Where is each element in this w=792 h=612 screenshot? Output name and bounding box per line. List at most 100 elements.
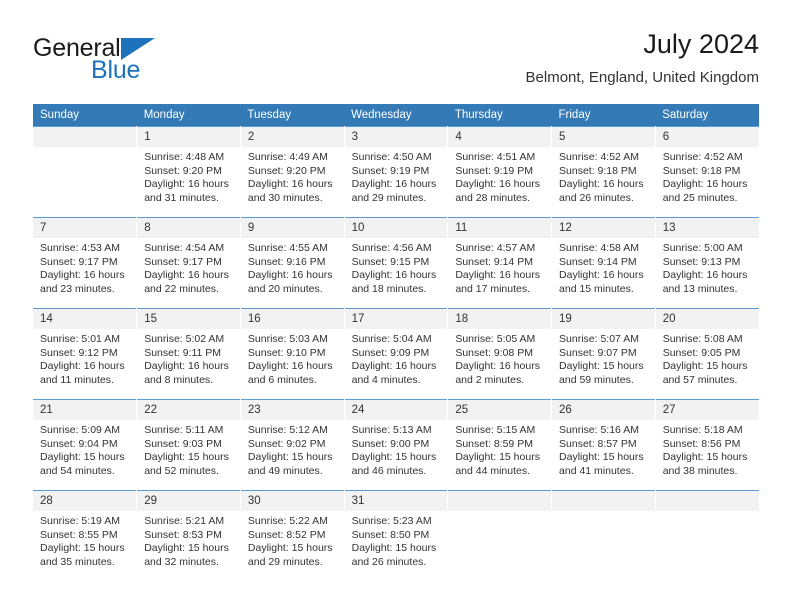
day-details: Sunrise: 5:19 AM Sunset: 8:55 PM Daylight:…	[33, 511, 136, 569]
calendar-day-cell[interactable]: 20 Sunrise: 5:08 AM Sunset: 9:05 PM Dayligh…	[655, 308, 759, 400]
calendar-day-cell[interactable]: 10 Sunrise: 4:56 AM Sunset: 9:15 PM Dayligh…	[344, 217, 449, 309]
detail-daylight-line1: Daylight: 15 hours	[247, 451, 333, 464]
detail-sunrise: Sunrise: 5:22 AM	[247, 515, 328, 527]
calendar-day-cell[interactable]: 27 Sunrise: 5:18 AM Sunset: 8:56 PM Dayligh…	[655, 399, 759, 491]
day-number: 14	[33, 309, 137, 329]
calendar-day-cell[interactable]: 6 Sunrise: 4:52 AM Sunset: 9:18 PM Daylight…	[655, 126, 759, 218]
calendar-day-cell[interactable]: 17 Sunrise: 5:04 AM Sunset: 9:09 PM Dayligh…	[344, 308, 449, 400]
detail-daylight-line1: Daylight: 16 hours	[247, 269, 333, 282]
detail-sunset: Sunset: 9:12 PM	[40, 346, 118, 359]
calendar-day-cell-empty	[551, 490, 656, 581]
day-details: Sunrise: 4:50 AM Sunset: 9:19 PM Daylight:…	[345, 147, 448, 205]
detail-sunset: Sunset: 8:56 PM	[662, 437, 741, 450]
day-number: 11	[448, 218, 552, 238]
calendar-day-cell[interactable]: 15 Sunrise: 5:02 AM Sunset: 9:11 PM Dayligh…	[136, 308, 241, 400]
day-number: 24	[344, 400, 448, 420]
weekday-header-sunday: Sunday	[33, 104, 137, 127]
detail-sunset: Sunset: 9:05 PM	[662, 346, 741, 359]
calendar-day-cell[interactable]: 28 Sunrise: 5:19 AM Sunset: 8:55 PM Dayligh…	[33, 490, 138, 581]
detail-sunrise: Sunrise: 5:02 AM	[144, 333, 225, 345]
detail-daylight-line2: and 44 minutes.	[455, 464, 531, 477]
detail-daylight-line2: and 32 minutes.	[144, 555, 219, 568]
page-header: General Blue July 2024 Belmont, England,…	[33, 28, 759, 100]
detail-daylight-line2: and 23 minutes.	[40, 282, 115, 295]
detail-daylight-line1: Daylight: 16 hours	[455, 269, 540, 282]
calendar-day-cell[interactable]: 22 Sunrise: 5:11 AM Sunset: 9:03 PM Dayligh…	[136, 399, 241, 491]
detail-daylight-line1: Daylight: 16 hours	[40, 360, 125, 373]
calendar-week-row: 7 Sunrise: 4:53 AM Sunset: 9:17 PM Daylight…	[33, 217, 759, 309]
detail-sunrise: Sunrise: 5:21 AM	[144, 515, 225, 527]
detail-sunset: Sunset: 9:19 PM	[351, 164, 430, 177]
day-number: 17	[344, 309, 448, 329]
detail-daylight-line2: and 13 minutes.	[662, 282, 738, 295]
calendar-day-cell[interactable]: 24 Sunrise: 5:13 AM Sunset: 9:00 PM Dayligh…	[344, 399, 449, 491]
detail-daylight-line2: and 35 minutes.	[40, 555, 115, 568]
calendar-day-cell[interactable]: 31 Sunrise: 5:23 AM Sunset: 8:50 PM Dayligh…	[344, 490, 449, 581]
calendar-day-cell[interactable]: 23 Sunrise: 5:12 AM Sunset: 9:02 PM Dayligh…	[240, 399, 345, 491]
detail-sunrise: Sunrise: 4:50 AM	[351, 151, 432, 163]
calendar-day-cell[interactable]: 5 Sunrise: 4:52 AM Sunset: 9:18 PM Daylight…	[551, 126, 656, 218]
day-number: 15	[137, 309, 240, 329]
detail-daylight-line1: Daylight: 16 hours	[455, 178, 540, 191]
page-title: July 2024	[643, 29, 759, 59]
calendar-page: General Blue July 2024 Belmont, England,…	[0, 0, 792, 612]
detail-daylight-line2: and 17 minutes.	[455, 282, 531, 295]
detail-daylight-line2: and 2 minutes.	[455, 373, 525, 386]
detail-daylight-line1: Daylight: 16 hours	[662, 178, 748, 191]
calendar-day-cell[interactable]: 2 Sunrise: 4:49 AM Sunset: 9:20 PM Daylight…	[240, 126, 345, 218]
day-number: 29	[137, 491, 240, 511]
day-details: Sunrise: 5:04 AM Sunset: 9:09 PM Daylight:…	[345, 329, 448, 387]
detail-sunrise: Sunrise: 5:01 AM	[40, 333, 120, 345]
detail-daylight-line2: and 20 minutes.	[247, 282, 323, 295]
calendar-day-cell[interactable]: 9 Sunrise: 4:55 AM Sunset: 9:16 PM Daylight…	[240, 217, 345, 309]
detail-daylight-line2: and 11 minutes.	[40, 373, 114, 386]
detail-sunset: Sunset: 9:13 PM	[662, 255, 741, 268]
calendar-day-cell[interactable]: 29 Sunrise: 5:21 AM Sunset: 8:53 PM Dayligh…	[136, 490, 241, 581]
day-details: Sunrise: 4:56 AM Sunset: 9:15 PM Daylight:…	[345, 238, 448, 296]
detail-sunrise: Sunrise: 4:51 AM	[455, 151, 536, 163]
calendar-day-cell[interactable]: 21 Sunrise: 5:09 AM Sunset: 9:04 PM Dayligh…	[33, 399, 138, 491]
calendar-day-cell[interactable]: 3 Sunrise: 4:50 AM Sunset: 9:19 PM Daylight…	[344, 126, 449, 218]
calendar-day-cell[interactable]: 16 Sunrise: 5:03 AM Sunset: 9:10 PM Dayligh…	[240, 308, 345, 400]
calendar-day-cell[interactable]: 14 Sunrise: 5:01 AM Sunset: 9:12 PM Dayligh…	[33, 308, 138, 400]
detail-daylight-line2: and 18 minutes.	[351, 282, 427, 295]
calendar-day-cell[interactable]: 30 Sunrise: 5:22 AM Sunset: 8:52 PM Dayligh…	[240, 490, 345, 581]
detail-sunset: Sunset: 8:59 PM	[455, 437, 533, 450]
detail-sunset: Sunset: 9:03 PM	[144, 437, 222, 450]
day-number: 5	[552, 127, 655, 147]
detail-daylight-line2: and 54 minutes.	[40, 464, 115, 477]
day-number: 18	[448, 309, 552, 329]
calendar-day-cell[interactable]: 7 Sunrise: 4:53 AM Sunset: 9:17 PM Daylight…	[33, 217, 138, 309]
calendar-day-cell[interactable]: 8 Sunrise: 4:54 AM Sunset: 9:17 PM Daylight…	[136, 217, 241, 309]
calendar-day-cell[interactable]: 1 Sunrise: 4:48 AM Sunset: 9:20 PM Daylight…	[136, 126, 241, 218]
detail-sunrise: Sunrise: 5:19 AM	[40, 515, 120, 527]
detail-daylight-line2: and 28 minutes.	[455, 191, 531, 204]
calendar-day-cell-empty	[33, 126, 138, 218]
day-number: 7	[33, 218, 137, 238]
detail-daylight-line1: Daylight: 16 hours	[144, 178, 229, 191]
detail-daylight-line1: Daylight: 16 hours	[351, 269, 437, 282]
calendar-day-cell[interactable]: 19 Sunrise: 5:07 AM Sunset: 9:07 PM Dayligh…	[551, 308, 656, 400]
detail-sunset: Sunset: 9:14 PM	[455, 255, 533, 268]
day-number: 28	[33, 491, 137, 511]
calendar-day-cell[interactable]: 26 Sunrise: 5:16 AM Sunset: 8:57 PM Dayligh…	[551, 399, 656, 491]
calendar-day-cell[interactable]: 18 Sunrise: 5:05 AM Sunset: 9:08 PM Dayligh…	[447, 308, 553, 400]
day-number: 22	[137, 400, 240, 420]
calendar-day-cell[interactable]: 11 Sunrise: 4:57 AM Sunset: 9:14 PM Dayligh…	[447, 217, 553, 309]
detail-sunrise: Sunrise: 4:49 AM	[247, 151, 328, 163]
detail-sunrise: Sunrise: 4:53 AM	[40, 242, 120, 254]
calendar-day-cell[interactable]: 13 Sunrise: 5:00 AM Sunset: 9:13 PM Dayligh…	[655, 217, 759, 309]
day-details: Sunrise: 5:03 AM Sunset: 9:10 PM Daylight:…	[241, 329, 344, 387]
calendar-day-cell[interactable]: 4 Sunrise: 4:51 AM Sunset: 9:19 PM Daylight…	[447, 126, 553, 218]
detail-sunset: Sunset: 9:08 PM	[455, 346, 533, 359]
calendar-week-row: 21 Sunrise: 5:09 AM Sunset: 9:04 PM Dayligh…	[33, 399, 759, 491]
calendar-day-cell[interactable]: 25 Sunrise: 5:15 AM Sunset: 8:59 PM Dayligh…	[447, 399, 553, 491]
calendar-day-cell[interactable]: 12 Sunrise: 4:58 AM Sunset: 9:14 PM Dayligh…	[551, 217, 656, 309]
detail-daylight-line2: and 49 minutes.	[247, 464, 323, 477]
detail-sunrise: Sunrise: 4:52 AM	[662, 151, 743, 163]
detail-daylight-line1: Daylight: 15 hours	[247, 542, 333, 555]
brand-logo[interactable]: General Blue	[33, 34, 253, 92]
weekday-header-saturday: Saturday	[655, 104, 759, 127]
title-block: July 2024 Belmont, England, United Kingd…	[526, 28, 759, 88]
detail-sunrise: Sunrise: 5:12 AM	[247, 424, 328, 436]
